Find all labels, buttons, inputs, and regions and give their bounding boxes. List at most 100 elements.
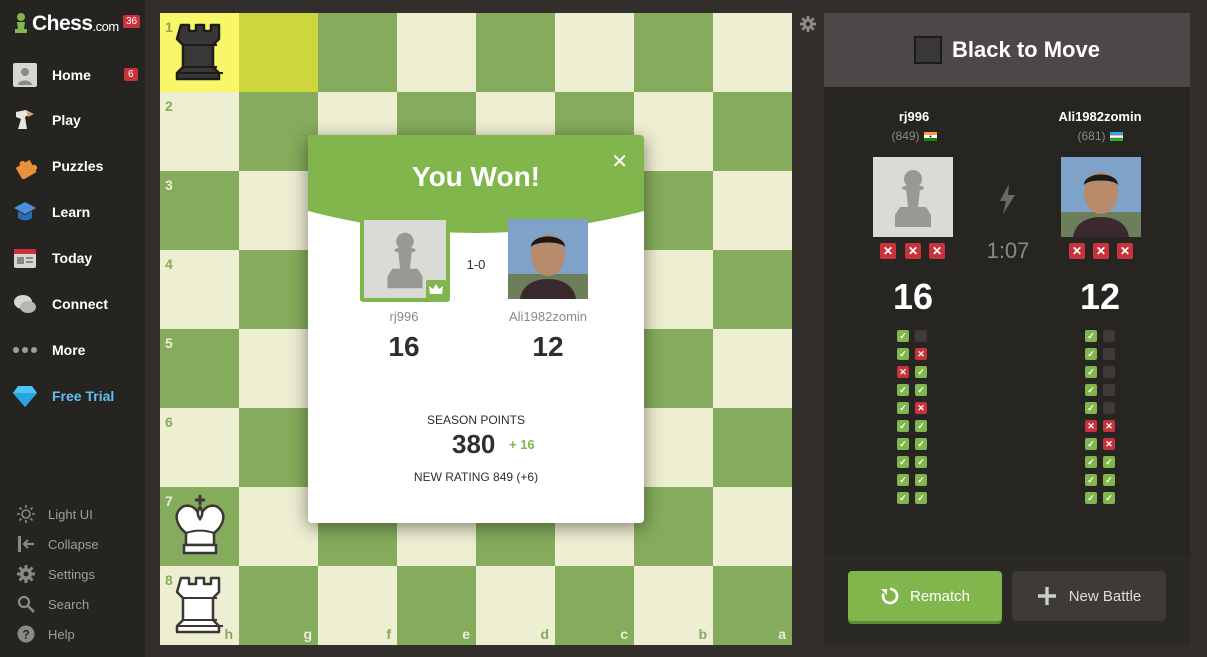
board-square[interactable]: e bbox=[397, 566, 476, 645]
board-square[interactable] bbox=[476, 13, 555, 92]
board-square[interactable] bbox=[634, 92, 713, 171]
sidebar-settings[interactable]: Settings bbox=[0, 560, 145, 588]
sidebar-item-more[interactable]: More bbox=[0, 330, 145, 370]
more-icon bbox=[12, 337, 38, 363]
sidebar-item-free-trial[interactable]: Free Trial bbox=[0, 376, 145, 416]
search-icon bbox=[16, 594, 36, 614]
board-square[interactable] bbox=[239, 92, 318, 171]
player1-strike-icon: ✕ bbox=[905, 243, 921, 259]
solved-check-icon: ✓ bbox=[1085, 438, 1097, 450]
board-square[interactable]: f bbox=[318, 566, 397, 645]
solved-check-icon: ✓ bbox=[915, 438, 927, 450]
battle-timer: 1:07 bbox=[986, 238, 1030, 263]
failed-x-icon: ✕ bbox=[1103, 438, 1115, 450]
sidebar-item-learn[interactable]: Learn bbox=[0, 192, 145, 232]
board-square[interactable]: a bbox=[713, 566, 792, 645]
pawn-logo-icon bbox=[15, 13, 27, 33]
close-icon[interactable]: ✕ bbox=[611, 149, 628, 174]
solved-check-icon: ✓ bbox=[897, 474, 909, 486]
board-square[interactable] bbox=[555, 13, 634, 92]
sidebar-item-connect[interactable]: Connect bbox=[0, 284, 145, 324]
board-square[interactable] bbox=[239, 487, 318, 566]
white-rook-icon[interactable] bbox=[169, 572, 231, 638]
game-over-modal: You Won! ✕ 1-0 rj996 Ali1982zomin 16 12 … bbox=[308, 135, 644, 523]
board-square[interactable] bbox=[634, 13, 713, 92]
board-square[interactable]: 2 bbox=[160, 92, 239, 171]
white-king-icon[interactable] bbox=[169, 493, 231, 559]
black-rook-icon[interactable] bbox=[169, 19, 231, 85]
player2-avatar[interactable] bbox=[1061, 157, 1141, 237]
player1-strike-icon: ✕ bbox=[880, 243, 896, 259]
player2-score: 12 bbox=[1079, 276, 1121, 317]
board-square[interactable] bbox=[713, 92, 792, 171]
board-square[interactable]: b bbox=[634, 566, 713, 645]
board-square[interactable] bbox=[634, 487, 713, 566]
collapse-icon bbox=[16, 534, 36, 554]
player2-name[interactable]: Ali1982zomin bbox=[1020, 109, 1180, 124]
solved-check-icon: ✓ bbox=[1085, 366, 1097, 378]
modal-player2-avatar[interactable] bbox=[508, 219, 588, 299]
pending-slot bbox=[915, 330, 927, 342]
board-square[interactable] bbox=[239, 13, 318, 92]
board-square[interactable] bbox=[713, 408, 792, 487]
chess-logo[interactable]: Chess .com bbox=[12, 12, 119, 36]
rematch-icon bbox=[880, 587, 899, 605]
modal-player1-score: 16 bbox=[388, 331, 420, 362]
rank-label: 5 bbox=[165, 335, 173, 351]
board-square[interactable] bbox=[634, 171, 713, 250]
pending-slot bbox=[1103, 330, 1115, 342]
board-settings-gear-icon[interactable] bbox=[800, 16, 816, 32]
board-square[interactable]: 6 bbox=[160, 408, 239, 487]
sidebar-item-play[interactable]: Play bbox=[0, 100, 145, 140]
rematch-button[interactable]: Rematch bbox=[848, 571, 1002, 621]
sidebar-item-puzzles[interactable]: Puzzles bbox=[0, 146, 145, 186]
board-square[interactable]: g bbox=[239, 566, 318, 645]
sidebar-item-label: Free Trial bbox=[52, 388, 115, 404]
board-square[interactable]: c bbox=[555, 566, 634, 645]
board-square[interactable]: d bbox=[476, 566, 555, 645]
solved-check-icon: ✓ bbox=[897, 402, 909, 414]
solved-check-icon: ✓ bbox=[897, 384, 909, 396]
rank-label: 3 bbox=[165, 177, 173, 193]
board-square[interactable] bbox=[713, 329, 792, 408]
sidebar-collapse[interactable]: Collapse bbox=[0, 530, 145, 558]
board-square[interactable] bbox=[239, 408, 318, 487]
solved-check-icon: ✓ bbox=[915, 366, 927, 378]
board-square[interactable]: 3 bbox=[160, 171, 239, 250]
turn-indicator: Black to Move bbox=[824, 13, 1190, 87]
board-square[interactable] bbox=[397, 13, 476, 92]
player1-name[interactable]: rj996 bbox=[834, 109, 994, 124]
board-square[interactable] bbox=[713, 250, 792, 329]
board-square[interactable]: 4 bbox=[160, 250, 239, 329]
board-square[interactable] bbox=[239, 171, 318, 250]
file-label: a bbox=[778, 626, 786, 642]
board-square[interactable] bbox=[634, 408, 713, 487]
player1-avatar[interactable] bbox=[873, 157, 953, 237]
board-square[interactable] bbox=[239, 250, 318, 329]
sidebar-bottom-label: Help bbox=[48, 626, 75, 642]
sidebar-light-ui[interactable]: Light UI bbox=[0, 500, 145, 528]
solved-check-icon: ✓ bbox=[1085, 348, 1097, 360]
board-square[interactable] bbox=[713, 13, 792, 92]
solved-check-icon: ✓ bbox=[1085, 474, 1097, 486]
board-square[interactable] bbox=[318, 13, 397, 92]
logo-suffix: .com bbox=[92, 19, 120, 34]
sidebar-item-today[interactable]: Today bbox=[0, 238, 145, 278]
board-square[interactable] bbox=[239, 329, 318, 408]
uzbekistan-flag-icon bbox=[1109, 132, 1123, 142]
board-square[interactable]: 5 bbox=[160, 329, 239, 408]
solved-check-icon: ✓ bbox=[1085, 456, 1097, 468]
sidebar-bottom-label: Light UI bbox=[48, 506, 93, 522]
sidebar-search[interactable]: Search bbox=[0, 590, 145, 618]
new-battle-button[interactable]: New Battle bbox=[1012, 571, 1166, 621]
player2-strike-icon: ✕ bbox=[1093, 243, 1109, 259]
board-square[interactable] bbox=[634, 329, 713, 408]
failed-x-icon: ✕ bbox=[915, 402, 927, 414]
board-square[interactable] bbox=[713, 171, 792, 250]
sidebar-help[interactable]: ? Help bbox=[0, 620, 145, 648]
winner-crown-icon bbox=[426, 280, 446, 300]
board-square[interactable] bbox=[634, 250, 713, 329]
solved-check-icon: ✓ bbox=[897, 438, 909, 450]
board-square[interactable] bbox=[713, 487, 792, 566]
player1-score: 16 bbox=[892, 276, 934, 317]
